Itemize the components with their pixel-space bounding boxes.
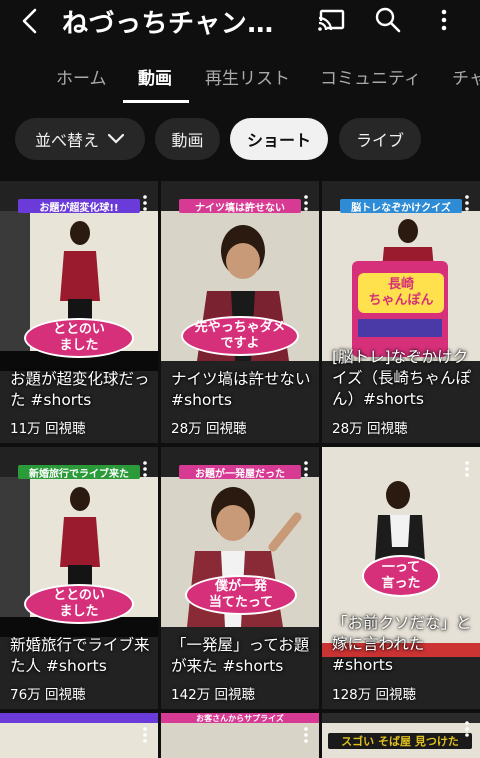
thumbnail-banner: お客さんからサプライズ [196,713,284,723]
channel-tabs: ホーム 動画 再生リスト コミュニティ チャ [0,52,480,104]
speech-bubble: 一って 言った [362,555,440,597]
card-more-icon[interactable] [460,459,474,479]
chip-videos[interactable]: 動画 [155,118,220,160]
short-title: 「お前クソだな」と嫁に言われた #shorts [332,614,472,674]
thumbnail-banner: スゴい そば屋 見つけた [328,733,472,749]
sort-chip[interactable]: 並べ替え [15,118,145,160]
short-card[interactable]: お題が超変化球!! ととのい ました お題が超変化球だった #shorts 11… [0,181,158,443]
cast-icon[interactable] [316,7,346,35]
filter-chips: 並べ替え 動画 ショート ライブ [0,118,480,160]
short-card[interactable]: 脳トレなぞかけクイズ 長崎 ちゃんぽん [脳トレ]なぞかけクイズ（長崎ちゃんぽん… [322,181,480,443]
speech-bubble: 先やっちゃダメ ですよ [181,316,299,356]
short-card[interactable]: お題が一発屋だった 僕が一発 当てたって 「一発屋」ってお題が来た #short… [161,447,319,709]
view-count: 11万 回視聴 [10,421,86,437]
chip-live[interactable]: ライブ [339,118,421,160]
short-title: 「一発屋」ってお題が来た #shorts [171,636,310,675]
speech-bubble-text: 長崎 ちゃんぽん [368,277,434,308]
speech-bubble-text: 一って 言った [381,560,421,591]
short-title: ナイツ塙は許せない #shorts [171,370,311,409]
speech-bubble: ととのい ました [24,584,134,624]
speech-bubble: 僕が一発 当てたって [185,575,297,615]
speech-bubble-text: 僕が一発 当てたって [208,579,274,610]
chip-shorts[interactable]: ショート [230,118,328,160]
top-app-bar: ねづっちチャン… [0,0,480,44]
card-more-icon[interactable] [299,193,313,213]
thumbnail-banner: お題が超変化球!! [18,199,140,213]
tab-channels[interactable]: チャ [452,64,480,89]
card-more-icon[interactable] [138,459,152,479]
card-more-icon[interactable] [299,725,313,745]
chevron-down-icon [107,133,125,144]
speech-bubble: 長崎 ちゃんぽん [358,273,444,313]
tab-playlists[interactable]: 再生リスト [205,64,290,89]
more-vert-icon[interactable] [432,5,456,35]
card-more-icon[interactable] [460,719,474,739]
tab-videos[interactable]: 動画 [138,64,172,89]
card-more-icon[interactable] [138,193,152,213]
tab-home[interactable]: ホーム [56,64,107,89]
short-card-partial[interactable] [0,713,158,758]
short-card[interactable]: 新婚旅行でライブ来た ととのい ました 新婚旅行でライブ来た人 #shorts … [0,447,158,709]
tab-community[interactable]: コミュニティ [320,64,421,89]
short-title: 新婚旅行でライブ来た人 #shorts [10,636,150,675]
speech-bubble-text: ととのい ました [53,588,105,619]
short-card[interactable]: 一って 言った 「お前クソだな」と嫁に言われた #shorts 128万 回視聴 [322,447,480,709]
short-card[interactable]: ナイツ塙は許せない 先やっちゃダメ ですよ ナイツ塙は許せない #shorts … [161,181,319,443]
card-more-icon[interactable] [138,725,152,745]
card-more-icon[interactable] [460,193,474,213]
thumbnail-banner: お題が一発屋だった [179,465,301,479]
speech-bubble: ととのい ました [24,318,134,358]
sort-chip-label: 並べ替え [34,131,99,150]
active-tab-indicator [123,100,189,103]
short-title: [脳トレ]なぞかけクイズ（長崎ちゃんぽん）#shorts [332,348,472,408]
card-more-icon[interactable] [299,459,313,479]
short-card-partial[interactable]: スゴい そば屋 見つけた [322,713,480,758]
short-title: お題が超変化球だった #shorts [10,370,150,409]
channel-title: ねづっちチャン… [62,9,274,39]
short-card-partial[interactable]: お客さんからサプライズ [161,713,319,758]
view-count: 28万 回視聴 [332,421,408,437]
view-count: 76万 回視聴 [10,687,86,703]
thumbnail-banner: 脳トレなぞかけクイズ [340,199,462,213]
thumbnail-banner: ナイツ塙は許せない [179,199,301,213]
thumbnail-banner: 新婚旅行でライブ来た [18,465,140,479]
view-count: 28万 回視聴 [171,421,247,437]
speech-bubble-text: ととのい ました [53,322,105,353]
speech-bubble-text: 先やっちゃダメ ですよ [194,320,286,351]
view-count: 128万 回視聴 [332,687,417,703]
view-count: 142万 回視聴 [171,687,256,703]
search-icon[interactable] [373,5,403,35]
back-arrow-icon[interactable] [16,6,46,36]
